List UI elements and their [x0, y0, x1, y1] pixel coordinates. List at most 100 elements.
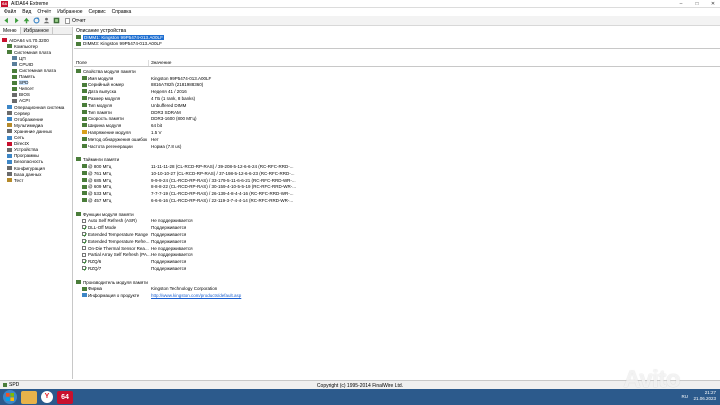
detail-value: 10-10-10-27 (CL-RCD-RP-RAS) / 37-198-5-1… — [151, 170, 295, 176]
detail-row[interactable]: Напряжение модуля 1.5 V — [74, 129, 720, 136]
report-button[interactable]: Отчет — [65, 17, 86, 24]
motherboard-icon[interactable] — [53, 17, 60, 24]
detail-value: Не поддерживается — [151, 245, 193, 251]
tree-item-icon — [7, 105, 12, 110]
tab-menu[interactable]: Меню — [0, 27, 21, 34]
checked-checkbox-icon — [82, 232, 87, 237]
detail-row[interactable]: Auto Self Refresh (ASR) Не поддерживается — [74, 218, 720, 225]
menu-file[interactable]: Файл — [4, 9, 16, 15]
explorer-icon[interactable] — [21, 390, 37, 404]
property-icon — [82, 75, 87, 80]
detail-field: On-Die Thermal Sensor Rea... — [88, 245, 149, 251]
detail-spacer — [74, 272, 720, 279]
product-info-link[interactable]: http://www.kingston.com/products/default… — [151, 293, 241, 298]
detail-row[interactable]: @ 457 МГц 6-6-6-16 (CL-RCD-RP-RAS) / 22-1… — [74, 197, 720, 204]
detail-row[interactable]: RZQ/7 Поддерживается — [74, 265, 720, 272]
tree-item-label: ЦП — [19, 55, 26, 61]
detail-value: 6-6-6-16 (CL-RCD-RP-RAS) / 22-119-3-7-4-… — [151, 197, 294, 203]
unchecked-checkbox-icon — [82, 245, 86, 250]
detail-row[interactable]: Имя модуля Kingston 99P5474-013.A00LF — [74, 75, 720, 82]
section-icon — [76, 69, 81, 73]
back-icon[interactable] — [3, 17, 10, 24]
detail-field: Метод обнаружения ошибок — [88, 136, 148, 142]
detail-row[interactable]: On-Die Thermal Sensor Rea... Не поддержив… — [74, 245, 720, 252]
detail-row[interactable]: Серийный номер 8816A782h (2181988360) — [74, 82, 720, 89]
detail-field: Частота регенерации — [88, 143, 133, 149]
menu-favorites[interactable]: Избранное — [57, 9, 82, 15]
aida64-app-icon: 64 — [1, 0, 8, 7]
detail-section-header[interactable]: Производитель модуля памяти — [74, 279, 720, 286]
detail-row[interactable]: Фирма Kingston Technology Corporation — [74, 286, 720, 293]
property-icon — [82, 109, 87, 114]
detail-row[interactable]: Информация о продукте http://www.kingston… — [74, 292, 720, 299]
refresh-icon[interactable] — [33, 17, 40, 24]
tree-item-label: Операционная система — [14, 104, 65, 110]
menu-view[interactable]: Вид — [22, 9, 31, 15]
forward-icon[interactable] — [13, 17, 20, 24]
detail-row[interactable]: @ 533 МГц 7-7-7-19 (CL-RCD-RP-RAS) / 26-1… — [74, 190, 720, 197]
detail-row[interactable]: Скорость памяти DDR3-1600 (800 МГц) — [74, 116, 720, 123]
tree-item-icon — [12, 56, 17, 61]
detail-row[interactable]: Метод обнаружения ошибок Нет — [74, 136, 720, 143]
start-button[interactable] — [3, 390, 17, 404]
tree-item-icon — [7, 50, 12, 55]
tree-item-label: Сервер — [14, 110, 30, 116]
maximize-button[interactable]: □ — [692, 1, 702, 7]
yandex-browser-icon[interactable]: Y — [41, 390, 53, 403]
device-description-header: Описание устройства — [76, 27, 127, 34]
checked-checkbox-icon — [82, 266, 87, 271]
detail-row[interactable]: Размер модуля 4 ГБ (1 rank, 8 banks) — [74, 95, 720, 102]
detail-row[interactable]: Тип памяти DDR3 SDRAM — [74, 109, 720, 116]
menu-help[interactable]: Справка — [112, 9, 132, 15]
aida64-icon[interactable]: 64 — [57, 390, 73, 404]
property-icon — [82, 177, 87, 182]
tree-item-icon — [7, 172, 12, 177]
tree-item-label: Тест — [14, 177, 24, 183]
menu-report[interactable]: Отчёт — [37, 9, 51, 15]
detail-section-header[interactable]: Свойства модуля памяти — [74, 68, 720, 75]
detail-field: @ 533 МГц — [88, 191, 112, 197]
detail-row[interactable]: Ширина модуля 64 bit — [74, 122, 720, 129]
detail-row[interactable]: Тип модуля Unbuffered DIMM — [74, 102, 720, 109]
device-row[interactable]: DIMM3: Kingston 99P5474-013.A00LF — [76, 41, 720, 48]
language-indicator[interactable]: RU — [682, 394, 689, 399]
detail-row[interactable]: @ 685 МГц 9-9-9-24 (CL-RCD-RP-RAS) / 33-1… — [74, 177, 720, 184]
clock[interactable]: 21:27 21.06.2023 — [693, 390, 716, 402]
detail-field: Тайминги памяти — [83, 157, 120, 163]
detail-row[interactable]: Extended Temperature Range Поддерживается — [74, 231, 720, 238]
tab-favorites[interactable]: Избранное — [21, 27, 53, 34]
detail-row[interactable]: Дата выпуска Неделя 41 / 2016 — [74, 88, 720, 95]
tree-item-icon — [12, 62, 17, 67]
property-icon — [82, 116, 87, 121]
detail-field: Тип памяти — [88, 109, 112, 115]
column-header-field[interactable]: Поле — [74, 60, 149, 66]
tree-item-label: AIDA64 v4.70.3200 — [9, 37, 49, 43]
detail-row[interactable]: @ 761 МГц 10-10-10-27 (CL-RCD-RP-RAS) / 3… — [74, 170, 720, 177]
tree-item[interactable]: Тест — [0, 177, 72, 183]
detail-field: Размер модуля — [88, 95, 121, 101]
detail-row[interactable]: @ 609 МГц 8-8-8-22 (CL-RCD-RP-RAS) / 30-1… — [74, 184, 720, 191]
minimize-button[interactable]: – — [676, 1, 686, 7]
detail-section-header[interactable]: Функции модуля памяти — [74, 211, 720, 218]
toolbar: Отчет — [0, 16, 720, 26]
detail-row[interactable]: Частота регенерации Норма (7.8 us) — [74, 143, 720, 150]
detail-section-header[interactable]: Тайминги памяти — [74, 156, 720, 163]
detail-field: RZQ/7 — [88, 265, 102, 271]
up-icon[interactable] — [23, 17, 30, 24]
detail-row[interactable]: DLL-Off Mode Поддерживается — [74, 224, 720, 231]
close-button[interactable]: ✕ — [708, 1, 718, 7]
status-bar: SPD Copyright (c) 1995-2014 FinalWire Lt… — [0, 380, 720, 389]
property-icon — [82, 96, 87, 101]
menu-tools[interactable]: Сервис — [89, 9, 106, 15]
menu-bar: Файл Вид Отчёт Избранное Сервис Справка — [0, 8, 720, 16]
tree-item-icon — [12, 74, 17, 79]
tree-item-icon — [7, 141, 12, 146]
detail-row[interactable]: Partial Array Self Refresh (PA... Не подд… — [74, 252, 720, 259]
unchecked-checkbox-icon — [82, 252, 86, 257]
user-icon[interactable] — [43, 17, 50, 24]
detail-row[interactable]: Extended Temperature Refre... Поддерживае… — [74, 238, 720, 245]
detail-row[interactable]: RZQ/6 Поддерживается — [74, 258, 720, 265]
tree-item-label: DirectX — [14, 141, 30, 147]
detail-row[interactable]: @ 800 МГц 11-11-11-28 (CL-RCD-RP-RAS) / 3… — [74, 163, 720, 170]
column-header-value[interactable]: Значение — [149, 60, 171, 66]
